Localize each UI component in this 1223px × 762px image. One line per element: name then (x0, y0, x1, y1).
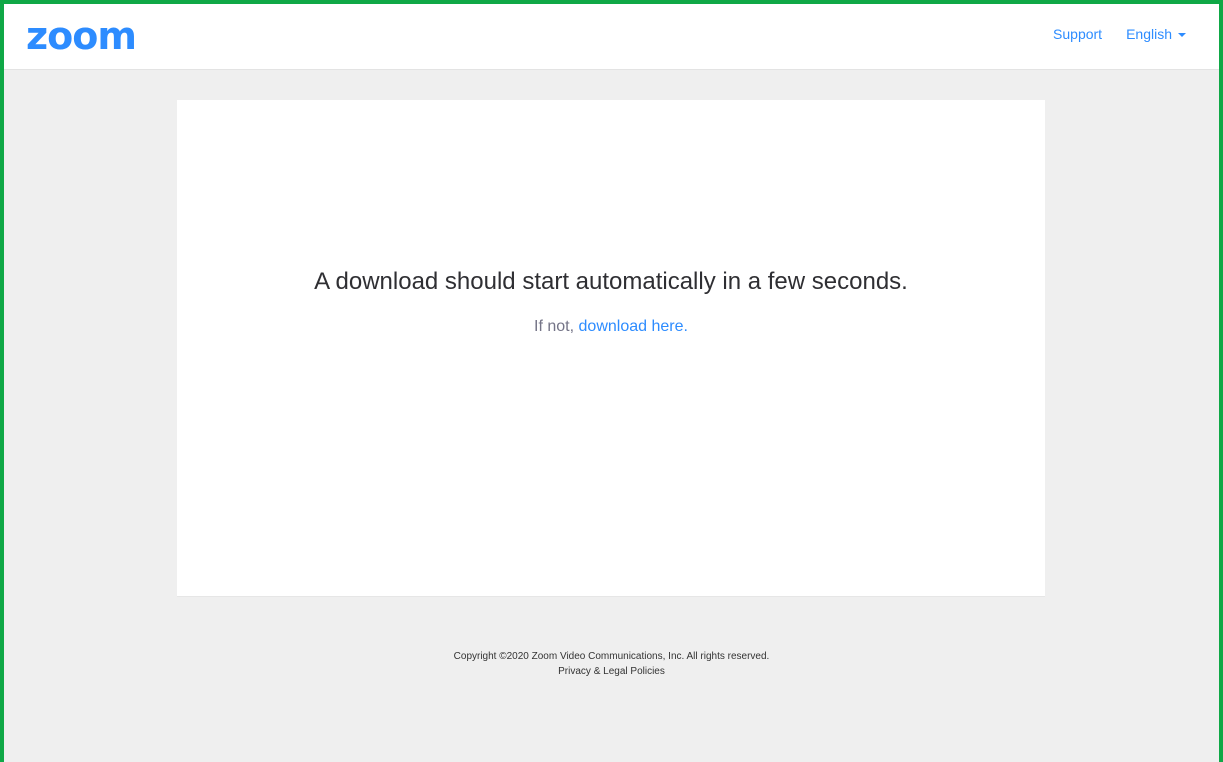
page-footer: Copyright ©2020 Zoom Video Communication… (4, 649, 1219, 679)
fallback-prefix: If not, (534, 318, 579, 335)
top-navigation-bar: zoom Support English (4, 4, 1219, 70)
browser-frame: zoom Support English A download should s… (0, 0, 1223, 762)
copyright-text: Copyright ©2020 Zoom Video Communication… (453, 651, 770, 662)
zoom-logo[interactable]: zoom (26, 16, 137, 56)
download-here-link[interactable]: download here. (579, 318, 688, 335)
language-label: English (1126, 26, 1172, 42)
download-fallback-text: If not, download here. (177, 318, 1045, 336)
language-selector[interactable]: English (1126, 26, 1186, 42)
support-link[interactable]: Support (1053, 26, 1102, 42)
download-headline: A download should start automatically in… (314, 268, 908, 295)
download-card: A download should start automatically in… (177, 100, 1045, 597)
chevron-down-icon (1178, 33, 1186, 37)
header-nav: Support English (1053, 26, 1186, 42)
privacy-legal-policies-link[interactable]: Privacy & Legal Policies (558, 666, 665, 677)
